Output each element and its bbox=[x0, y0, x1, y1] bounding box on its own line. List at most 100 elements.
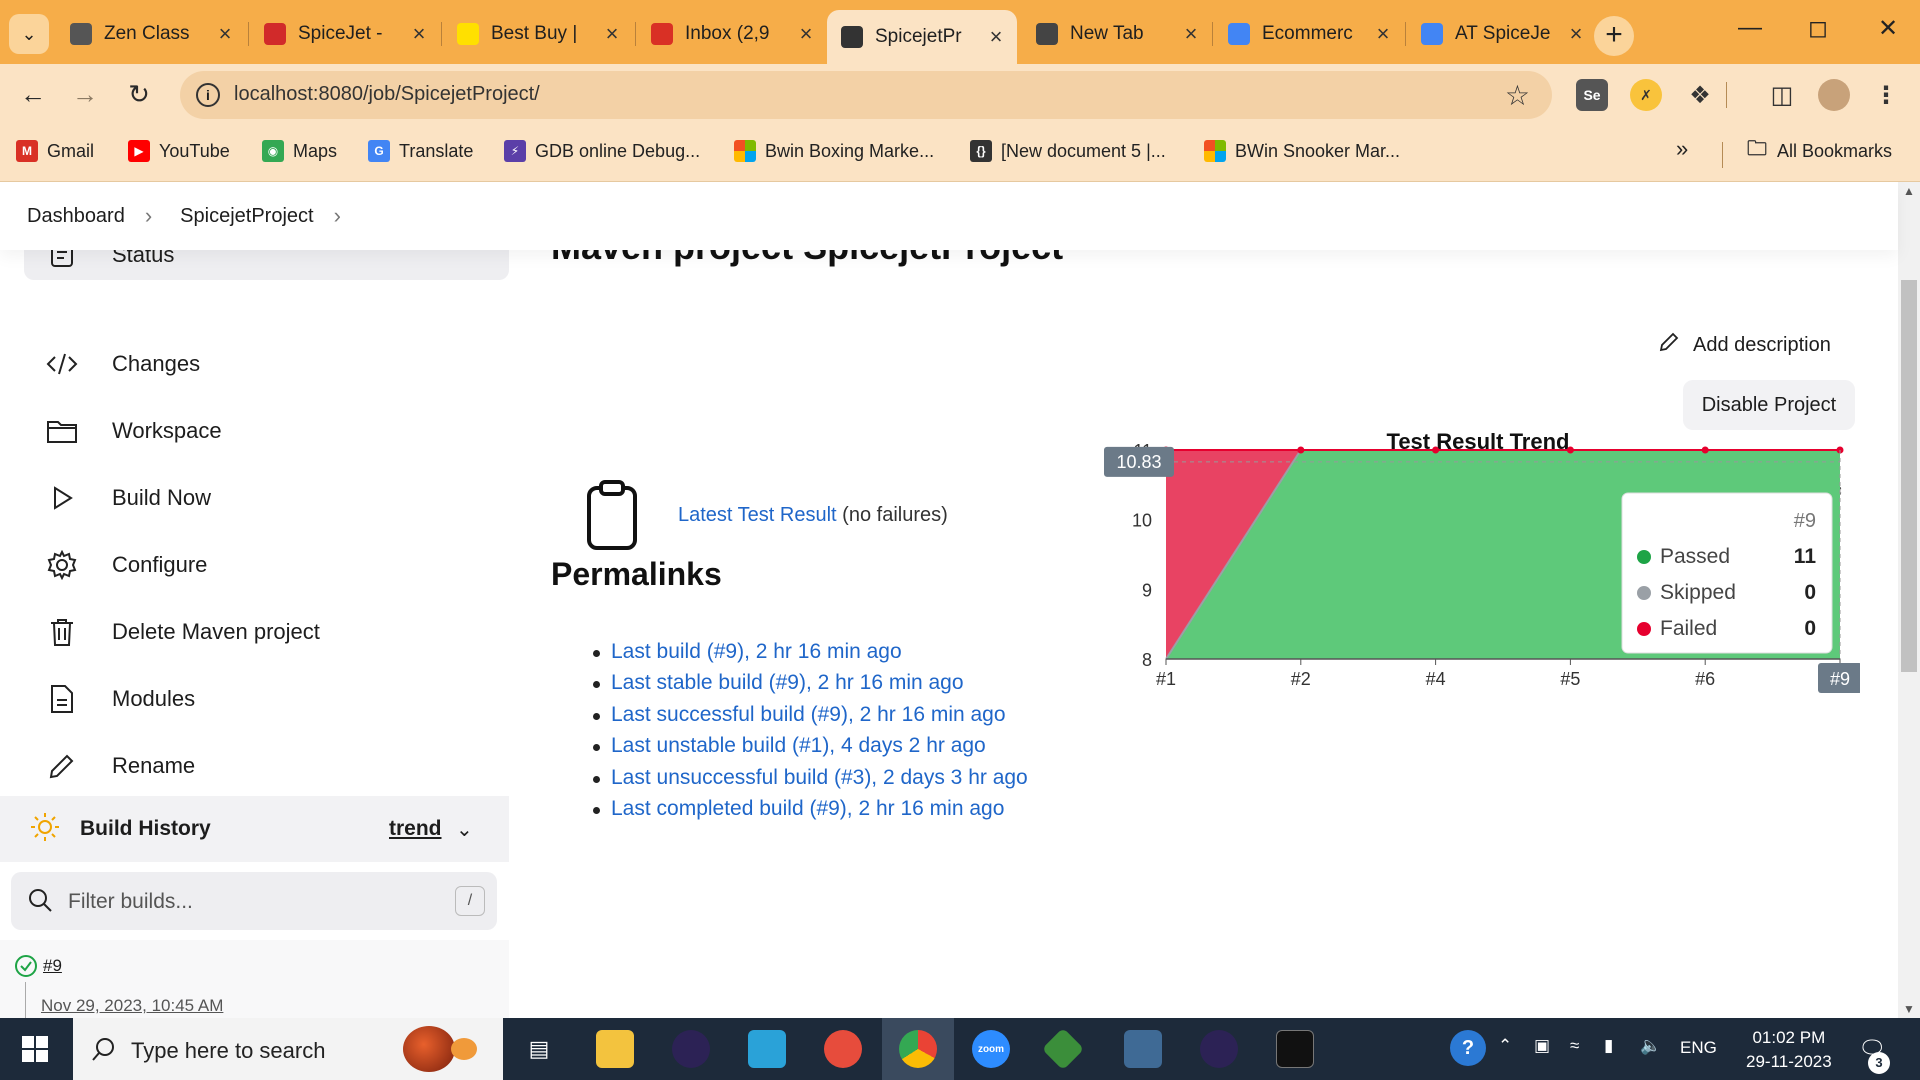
tab-search-button[interactable]: ⌄ bbox=[9, 14, 49, 54]
display-icon[interactable]: ▣ bbox=[1534, 1036, 1550, 1056]
wifi-icon[interactable]: ≈ bbox=[1570, 1036, 1579, 1056]
language-indicator[interactable]: ENG bbox=[1680, 1038, 1717, 1058]
bookmark-item[interactable]: G Translate bbox=[368, 140, 473, 162]
permalink-link[interactable]: Last successful build (#9), 2 hr 16 min … bbox=[593, 703, 1028, 734]
add-description-button[interactable]: Add description bbox=[1657, 330, 1831, 360]
extension-icon[interactable]: ✗ bbox=[1630, 79, 1662, 111]
maximize-icon[interactable]: ◻ bbox=[1798, 14, 1838, 43]
new-tab-button[interactable]: + bbox=[1594, 16, 1634, 56]
bookmark-item[interactable]: ⚡ GDB online Debug... bbox=[504, 140, 700, 162]
disable-project-button[interactable]: Disable Project bbox=[1683, 380, 1855, 430]
permalink-link[interactable]: Last completed build (#9), 2 hr 16 min a… bbox=[593, 797, 1028, 828]
failed-data-point[interactable] bbox=[1566, 446, 1574, 454]
sidebar-item-modules[interactable]: Modules bbox=[24, 671, 509, 727]
build-history-row[interactable]: #9 Nov 29, 2023, 10:45 AM bbox=[0, 940, 509, 1018]
help-icon[interactable]: ? bbox=[1450, 1030, 1486, 1066]
sidebar-item-changes[interactable]: Changes bbox=[24, 336, 509, 392]
browser-tab[interactable]: SpiceJet - × bbox=[250, 12, 440, 56]
bookmark-item[interactable]: M Gmail bbox=[16, 140, 94, 162]
system-clock[interactable]: 01:02 PM 29-11-2023 bbox=[1746, 1026, 1832, 1074]
page-scrollbar[interactable]: ▲ ▼ bbox=[1898, 182, 1920, 1018]
permalink-link[interactable]: Last unstable build (#1), 4 days 2 hr ag… bbox=[593, 734, 1028, 765]
extensions-puzzle-icon[interactable]: ❖ bbox=[1684, 79, 1716, 111]
browser-tab[interactable]: Best Buy | × bbox=[443, 12, 633, 56]
taskbar-search-box[interactable]: Type here to search bbox=[73, 1018, 503, 1080]
failed-data-point[interactable] bbox=[1701, 446, 1709, 454]
back-icon[interactable]: ← bbox=[16, 78, 50, 112]
failed-data-point[interactable] bbox=[1432, 446, 1440, 454]
scroll-down-arrow[interactable]: ▼ bbox=[1903, 1002, 1915, 1016]
sidebar-item-workspace[interactable]: Workspace bbox=[24, 403, 509, 459]
bookmark-item[interactable]: BWin Snooker Mar... bbox=[1204, 140, 1400, 162]
build-date-link[interactable]: Nov 29, 2023, 10:45 AM bbox=[41, 996, 223, 1016]
sidebar-item-rename[interactable]: Rename bbox=[24, 738, 509, 794]
mysql-icon[interactable] bbox=[1124, 1030, 1162, 1068]
eclipse-icon[interactable] bbox=[672, 1030, 710, 1068]
close-tab-icon[interactable]: × bbox=[408, 21, 430, 47]
permalink-link[interactable]: Last unsuccessful build (#3), 2 days 3 h… bbox=[593, 766, 1028, 797]
browser-tab[interactable]: Inbox (2,9 × bbox=[637, 12, 827, 56]
scroll-up-arrow[interactable]: ▲ bbox=[1903, 184, 1915, 198]
selenium-extension-icon[interactable]: Se bbox=[1576, 79, 1608, 111]
url-text[interactable]: localhost:8080/job/SpicejetProject/ bbox=[234, 83, 540, 106]
browser-tab[interactable]: Zen Class × bbox=[56, 12, 246, 56]
volume-icon[interactable]: 🔈 bbox=[1640, 1036, 1661, 1056]
terminal-icon[interactable] bbox=[1276, 1030, 1314, 1068]
bookmark-item[interactable]: Bwin Boxing Marke... bbox=[734, 140, 934, 162]
paint-icon[interactable] bbox=[824, 1030, 862, 1068]
forward-icon[interactable]: → bbox=[68, 78, 102, 112]
chevron-down-icon[interactable]: ⌄ bbox=[456, 817, 473, 842]
close-tab-icon[interactable]: × bbox=[601, 21, 623, 47]
browser-tab[interactable]: SpicejetPr × bbox=[827, 10, 1017, 64]
x-tick-label: #6 bbox=[1695, 669, 1715, 689]
minimize-icon[interactable]: — bbox=[1730, 14, 1770, 42]
permalink-link[interactable]: Last stable build (#9), 2 hr 16 min ago bbox=[593, 671, 1028, 702]
sidebar-item-configure[interactable]: Configure bbox=[24, 537, 509, 593]
breadcrumb-dashboard[interactable]: Dashboard bbox=[27, 205, 125, 228]
sidebar-item-build-now[interactable]: Build Now bbox=[24, 470, 509, 526]
chevron-right-icon[interactable]: › bbox=[334, 203, 341, 229]
eclipse-icon[interactable] bbox=[1200, 1030, 1238, 1068]
close-tab-icon[interactable]: × bbox=[1565, 21, 1587, 47]
close-tab-icon[interactable]: × bbox=[985, 24, 1007, 50]
windows-start-icon[interactable] bbox=[22, 1036, 48, 1067]
all-bookmarks-button[interactable]: 🗀 All Bookmarks bbox=[1746, 138, 1892, 162]
trend-link[interactable]: trend bbox=[389, 817, 442, 841]
scrollbar-thumb[interactable] bbox=[1901, 280, 1917, 672]
profile-avatar[interactable] bbox=[1818, 79, 1850, 111]
address-bar[interactable]: i localhost:8080/job/SpicejetProject/ ☆ bbox=[180, 71, 1552, 119]
latest-test-result-link[interactable]: Latest Test Result bbox=[678, 504, 837, 526]
close-window-icon[interactable]: ✕ bbox=[1868, 14, 1908, 43]
browser-tab[interactable]: AT SpiceJe × bbox=[1407, 12, 1597, 56]
bookmark-item[interactable]: ◉ Maps bbox=[262, 140, 337, 162]
chevron-up-icon[interactable]: ⌃ bbox=[1498, 1036, 1512, 1056]
breadcrumb-project[interactable]: SpicejetProject bbox=[180, 205, 313, 228]
bookmark-item[interactable]: ▶ YouTube bbox=[128, 140, 230, 162]
browser-tab[interactable]: Ecommerc × bbox=[1214, 12, 1404, 56]
bookmark-star-icon[interactable]: ☆ bbox=[1505, 79, 1530, 112]
git-icon[interactable] bbox=[1041, 1027, 1085, 1071]
close-tab-icon[interactable]: × bbox=[214, 21, 236, 47]
test-result-trend-chart[interactable]: Test Result TrendPassedSkippedFailed⚙891… bbox=[1100, 427, 1860, 797]
close-tab-icon[interactable]: × bbox=[795, 21, 817, 47]
chrome-icon[interactable] bbox=[899, 1030, 937, 1068]
build-number-link[interactable]: #9 bbox=[43, 956, 62, 976]
app-icon[interactable] bbox=[748, 1030, 786, 1068]
side-panel-icon[interactable]: ◫ bbox=[1766, 79, 1798, 111]
task-view-icon[interactable]: ▤ bbox=[520, 1030, 558, 1068]
permalink-link[interactable]: Last build (#9), 2 hr 16 min ago bbox=[593, 640, 1028, 671]
bookmark-item[interactable]: {} [New document 5 |... bbox=[970, 140, 1166, 162]
kebab-menu-icon[interactable]: ⋮ bbox=[1870, 79, 1902, 111]
file-explorer-icon[interactable] bbox=[596, 1030, 634, 1068]
close-tab-icon[interactable]: × bbox=[1372, 21, 1394, 47]
reload-icon[interactable]: ↻ bbox=[122, 78, 156, 112]
filter-builds-input[interactable]: Filter builds... / bbox=[11, 872, 497, 930]
sidebar-item-delete-maven-project[interactable]: Delete Maven project bbox=[24, 604, 509, 660]
failed-data-point[interactable] bbox=[1297, 446, 1305, 454]
site-info-icon[interactable]: i bbox=[196, 83, 220, 107]
close-tab-icon[interactable]: × bbox=[1180, 21, 1202, 47]
zoom-icon[interactable]: zoom bbox=[972, 1030, 1010, 1068]
battery-icon[interactable]: ▮ bbox=[1604, 1036, 1613, 1056]
browser-tab[interactable]: New Tab × bbox=[1022, 12, 1212, 56]
more-bookmarks-button[interactable]: » bbox=[1676, 136, 1688, 162]
